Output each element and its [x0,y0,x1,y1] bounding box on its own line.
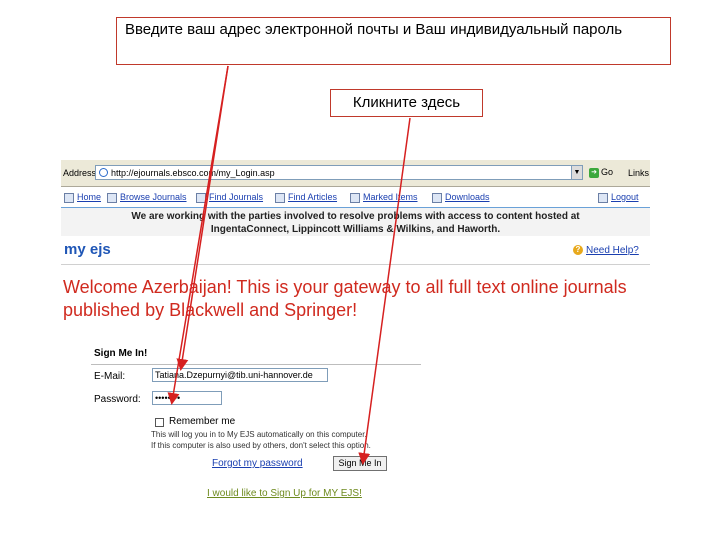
nav-find-journals-label: Find Journals [209,192,264,202]
email-field[interactable]: Tatiana.Dzepurnyi@tib.uni-hannover.de [152,368,328,382]
nav-home[interactable]: Home [64,192,101,203]
go-arrow-icon: ➜ [589,167,599,178]
go-label: Go [601,167,614,177]
browser-screenshot: Address http://ejournals.ebsco.com/my_Lo… [61,160,650,512]
header-divider [61,264,650,265]
welcome-message: Welcome Azerbaijan! This is your gateway… [63,277,627,320]
address-url: http://ejournals.ebsco.com/my_Login.asp [111,168,275,178]
nav-find-journals[interactable]: Find Journals [196,192,263,203]
notice-line-2: IngentaConnect, Lippincott Williams & Wi… [210,224,501,235]
nav-browse-journals[interactable]: Browse Journals [107,192,187,203]
sign-in-title: Sign Me In! [94,348,148,359]
home-icon [64,192,74,203]
nav-logout-label: Logout [611,192,639,202]
logout-icon [598,192,608,203]
sign-in-button[interactable]: Sign Me In [333,456,387,471]
nav-marked-items[interactable]: Marked Items [350,192,418,203]
nav-downloads-label: Downloads [445,192,490,202]
address-dropdown-icon[interactable]: ▼ [571,165,583,180]
notice-line-1: We are working with the parties involved… [131,211,580,222]
callout-email-password: Введите ваш адрес электронной почты и Ва… [116,17,671,65]
nav-marked-label: Marked Items [363,192,418,202]
address-input[interactable]: http://ejournals.ebsco.com/my_Login.asp [95,165,583,180]
remember-me-label: Remember me [169,416,236,427]
email-label: E-Mail: [94,371,126,382]
sign-in-form: Sign Me In! E-Mail: Tatiana.Dzepurnyi@ti… [91,344,421,506]
help-label: Need Help? [586,245,639,256]
nav-logout[interactable]: Logout [598,192,639,203]
marked-items-icon [350,192,360,203]
address-label: Address [63,168,97,178]
nav-find-articles-label: Find Articles [288,192,338,202]
nav-browse-label: Browse Journals [120,192,187,202]
sign-in-divider [91,364,421,365]
downloads-icon [432,192,442,203]
remember-hint-1: This will log you in to My EJS automatic… [151,430,367,439]
address-bar: Address http://ejournals.ebsco.com/my_Lo… [61,160,650,187]
service-notice: We are working with the parties involved… [61,208,650,236]
nav-downloads[interactable]: Downloads [432,192,490,203]
nav-home-label: Home [77,192,102,202]
help-icon: ? [573,245,583,256]
nav-find-articles[interactable]: Find Articles [275,192,337,203]
browse-icon [107,192,117,203]
remember-hint-2: If this computer is also used by others,… [151,441,371,450]
find-journals-icon [196,192,206,203]
page-icon [99,168,108,177]
password-field[interactable]: •••••••• [152,391,222,405]
password-label: Password: [94,394,141,405]
help-link[interactable]: ? Need Help? [573,245,639,256]
remember-me-checkbox[interactable] [155,418,164,427]
find-articles-icon [275,192,285,203]
forgot-password-link[interactable]: Forgot my password [212,458,303,469]
go-button[interactable]: ➜ Go [589,165,613,180]
sign-up-link[interactable]: I would like to Sign Up for MY EJS! [207,488,362,499]
site-nav: Home Browse Journals Find Journals Find … [61,187,650,208]
brand-logo: my ejs [64,241,111,258]
links-button[interactable]: Links [628,168,649,178]
callout-click-here: Кликните здесь [330,89,483,117]
